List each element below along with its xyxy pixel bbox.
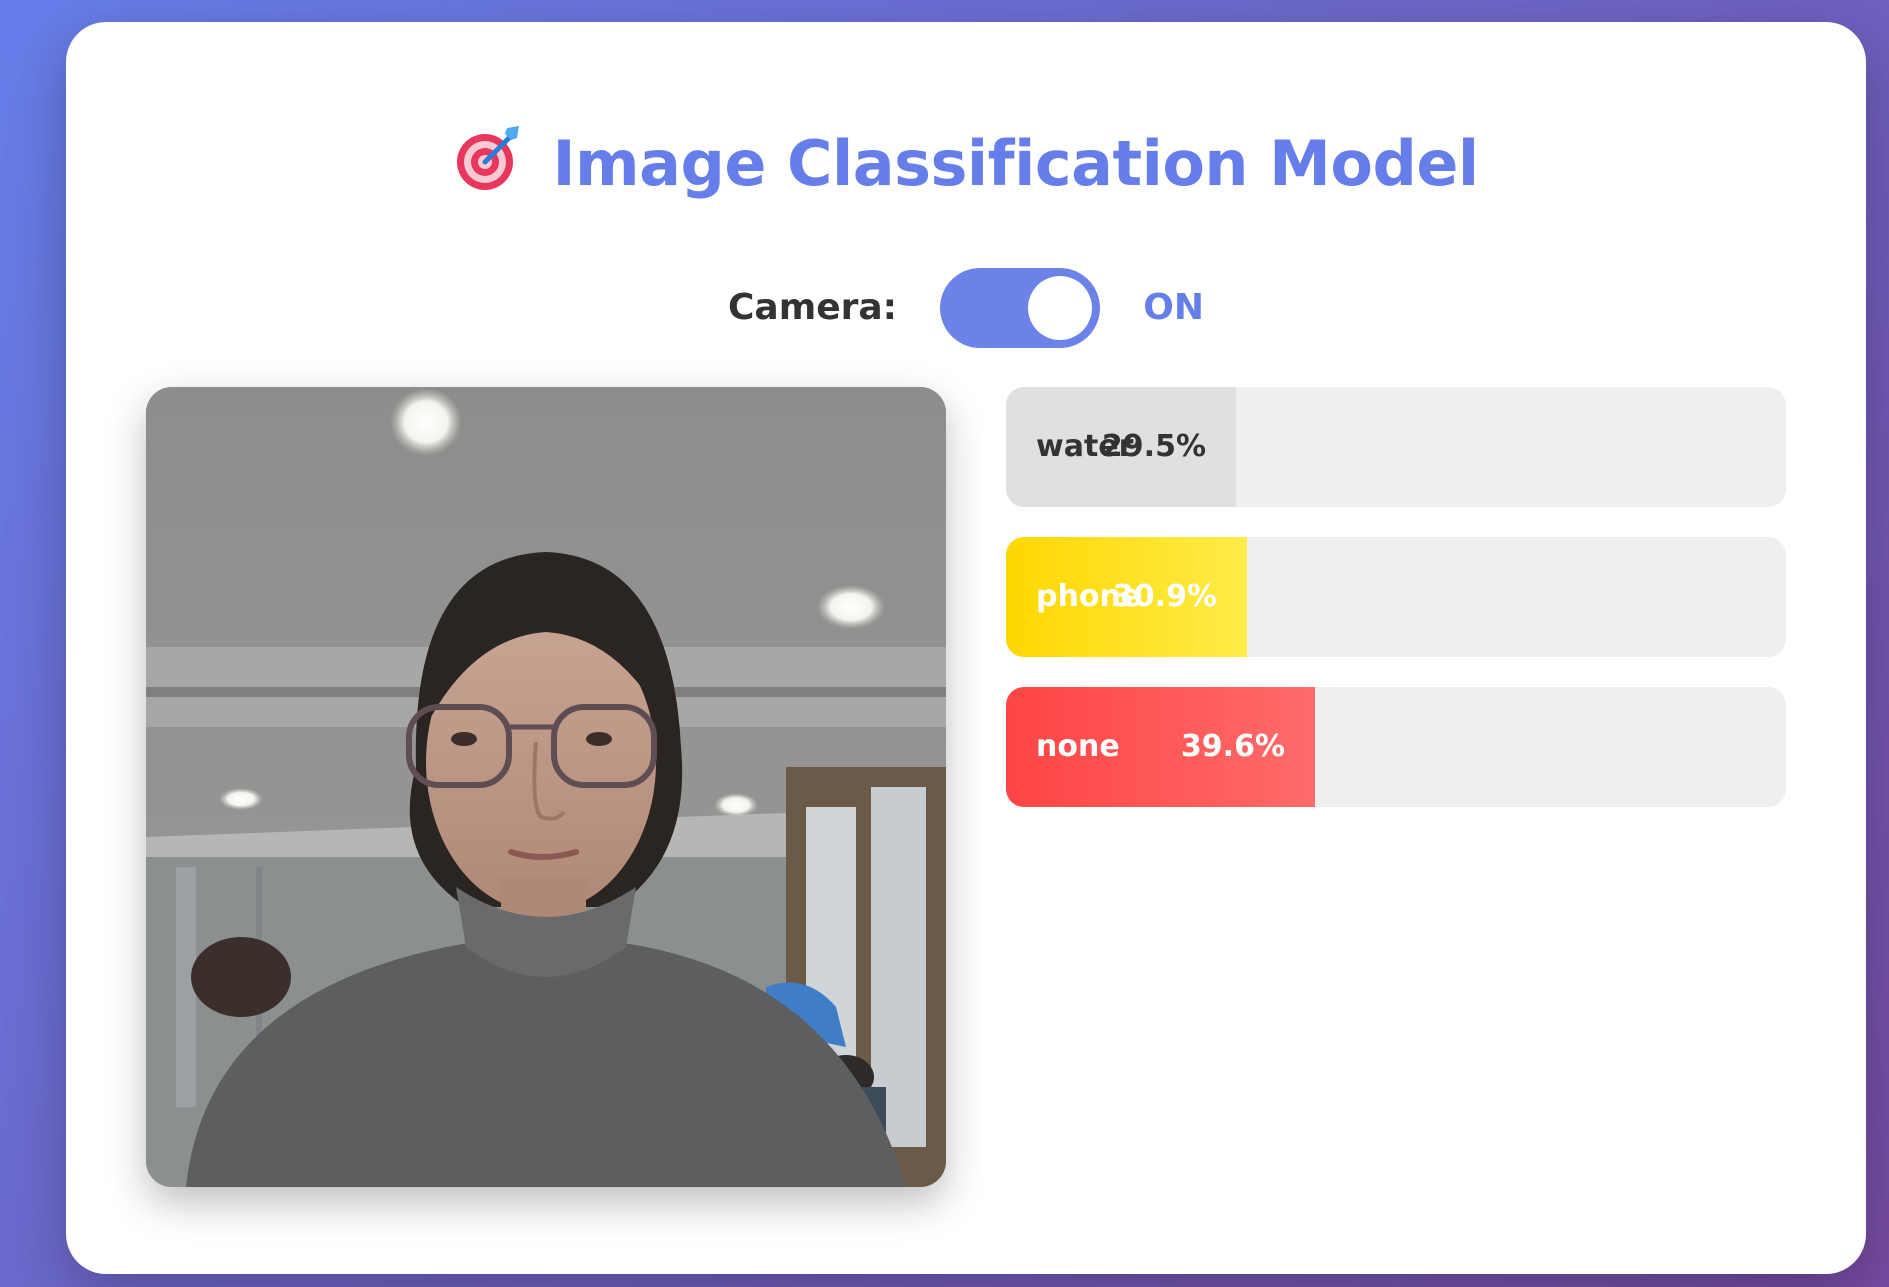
prediction-bar-phone: phone 30.9%: [1006, 537, 1786, 657]
main-card: Image Classification Model Camera: ON wa…: [66, 22, 1866, 1274]
camera-toggle[interactable]: [940, 268, 1101, 348]
toggle-knob: [1028, 276, 1093, 340]
camera-state-label: ON: [1143, 287, 1204, 328]
camera-control: Camera: ON: [66, 267, 1866, 349]
target-dart-icon: [453, 122, 525, 194]
header: Image Classification Model: [66, 125, 1866, 200]
prediction-label: none: [1036, 729, 1120, 764]
prediction-bar-water: water 29.5%: [1006, 387, 1786, 507]
prediction-percent: 29.5%: [1101, 429, 1206, 464]
prediction-list: water 29.5% phone 30.9% none 39.6%: [1006, 387, 1786, 837]
prediction-bar-none: none 39.6%: [1006, 687, 1786, 807]
prediction-percent: 30.9%: [1112, 579, 1217, 614]
prediction-percent: 39.6%: [1180, 729, 1285, 764]
page-title: Image Classification Model: [552, 127, 1479, 200]
camera-label: Camera:: [727, 287, 898, 328]
webcam-feed-image: [146, 387, 946, 1187]
